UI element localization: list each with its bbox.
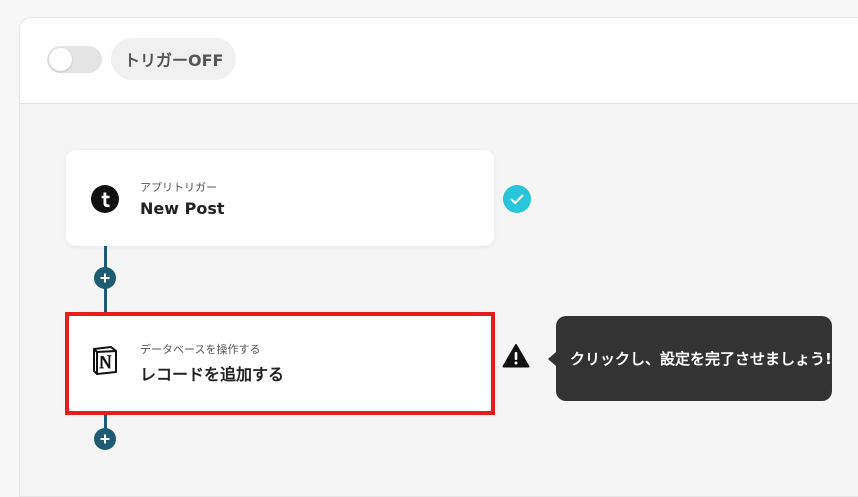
step-title: New Post	[140, 199, 225, 218]
step-card-trigger[interactable]: アプリトリガー New Post	[66, 150, 494, 246]
flow-panel: トリガーOFF	[19, 17, 858, 497]
add-step-button[interactable]	[94, 428, 116, 450]
toggle-knob	[49, 48, 72, 71]
add-step-button[interactable]	[94, 267, 116, 289]
step-subtitle: データベースを操作する	[140, 343, 261, 356]
step-subtitle: アプリトリガー	[140, 181, 217, 194]
tooltip-text: クリックし、設定を完了させましょう!	[570, 350, 832, 368]
notion-icon	[93, 346, 117, 375]
check-icon	[503, 185, 531, 213]
flow-header: トリガーOFF	[20, 18, 858, 104]
trigger-toggle[interactable]	[47, 46, 102, 73]
setup-tooltip: クリックし、設定を完了させましょう!	[548, 316, 832, 401]
warning-icon	[502, 344, 530, 368]
trigger-status-badge: トリガーOFF	[111, 38, 237, 80]
step-title: レコードを追加する	[140, 365, 285, 384]
step-card-action[interactable]: データベースを操作する レコードを追加する	[66, 313, 494, 411]
tumblr-icon	[91, 185, 119, 213]
